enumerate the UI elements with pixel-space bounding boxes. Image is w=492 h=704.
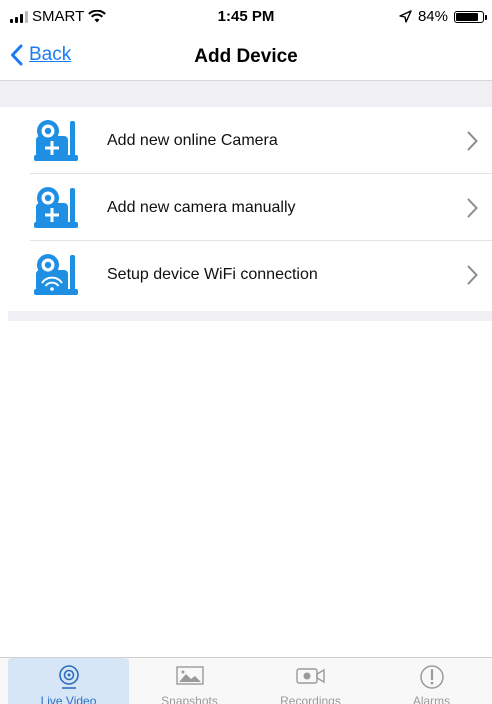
tab-label: Alarms (412, 694, 451, 704)
tab-live-video[interactable]: Live Video (8, 658, 129, 704)
list-item-label: Setup device WiFi connection (107, 265, 318, 283)
chevron-right-icon (467, 265, 478, 285)
section-footer-spacer (8, 311, 492, 321)
tab-recordings[interactable]: Recordings (250, 658, 371, 704)
battery-icon (454, 10, 487, 23)
battery-percent: 84% (417, 8, 448, 25)
list-item-label: Add new online Camera (107, 131, 278, 149)
device-options-list: Add new online Camera Add new camera man… (8, 107, 492, 308)
chevron-right-icon (467, 131, 478, 151)
page-title: Add Device (194, 46, 298, 67)
section-spacer (0, 81, 492, 107)
live-video-icon (58, 665, 79, 689)
list-item-add-online-camera[interactable]: Add new online Camera (8, 107, 492, 174)
tab-alarms[interactable]: Alarms (371, 658, 492, 704)
tab-bar: Live Video Snapshots Recordings Alarms (0, 657, 492, 704)
tab-label: Recordings (280, 694, 341, 704)
recording-icon (295, 668, 325, 684)
camera-wifi-icon (34, 254, 78, 295)
battery-fill (456, 12, 478, 21)
tab-snapshots[interactable]: Snapshots (129, 658, 250, 704)
list-item-setup-wifi[interactable]: Setup device WiFi connection (8, 241, 492, 308)
list-item-label: Add new camera manually (107, 198, 296, 216)
navigation-bar: Back Add Device (0, 34, 492, 81)
tab-label: Live Video (40, 694, 97, 704)
app-screen: SMART 1:45 PM 84% Back Add Device Add ne… (0, 0, 492, 704)
camera-add-icon (34, 187, 78, 228)
chevron-right-icon (467, 198, 478, 218)
tab-label: Snapshots (161, 694, 218, 704)
status-bar: SMART 1:45 PM 84% (0, 0, 492, 34)
list-item-add-camera-manually[interactable]: Add new camera manually (8, 174, 492, 241)
location-arrow-icon (399, 10, 412, 23)
status-right: 84% (399, 8, 487, 25)
camera-add-icon (34, 120, 78, 161)
snapshot-icon (175, 666, 204, 685)
alarm-icon (419, 665, 444, 689)
